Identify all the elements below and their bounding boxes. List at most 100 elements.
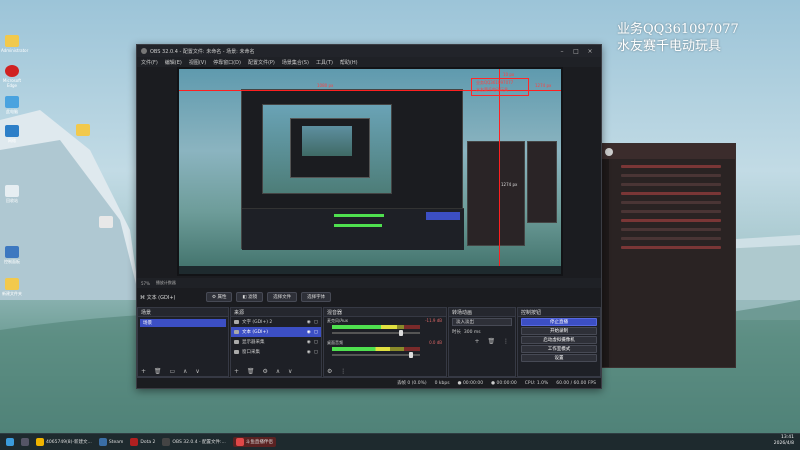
volume-slider[interactable]: [332, 330, 420, 336]
visibility-eye-icon[interactable]: ◉: [307, 330, 311, 335]
badge-text-line2: 水友赛千电动玩具: [476, 87, 508, 92]
taskbar-item-steam[interactable]: Steam: [98, 438, 123, 446]
minimize-button[interactable]: –: [555, 48, 569, 55]
preview-canvas[interactable]: 业务QQ361097077 水友赛千电动玩具 1080 px 10 px 127…: [177, 67, 563, 276]
transitions-toolbar[interactable]: + 🗑 ⋮: [475, 338, 512, 345]
rec-timer: ● 00:00:00: [491, 380, 517, 386]
mixer-channel-mic: 麦克风/Aux -11.9 dB: [324, 317, 446, 339]
taskbar-item-dota[interactable]: Dota 2: [130, 438, 155, 446]
bitrate: 0 kbps: [434, 380, 450, 386]
douyu-icon: [235, 438, 244, 446]
source-context-bar: ⌘ 文本 (GDI+) ⚙ 属性 ◧ 滤镜 选择文件 选择字体: [137, 291, 601, 303]
source-item[interactable]: 显示器采集 ◉ ▢: [231, 337, 321, 347]
visibility-eye-icon[interactable]: ◉: [307, 320, 311, 325]
desktop-icon-edge[interactable]: Microsoft Edge: [1, 65, 23, 88]
mixer-header: 混音器: [324, 308, 446, 317]
select-font-button[interactable]: 选择字体: [301, 292, 332, 302]
transform-guide-vertical: [499, 69, 500, 274]
desktop-icon-folder-2[interactable]: [72, 124, 94, 137]
preview-status-bar: 57% 播放计数器: [137, 278, 601, 288]
channel-db: 0.0 dB: [429, 340, 442, 345]
lock-icon[interactable]: ▢: [314, 320, 318, 325]
search-icon[interactable]: [21, 438, 29, 446]
scenes-toolbar[interactable]: + 🗑 ▭ ∧ ∨: [141, 368, 203, 375]
volume-slider[interactable]: [332, 352, 420, 358]
duration-input[interactable]: 300 ms: [464, 330, 481, 335]
transition-type-select[interactable]: 淡入淡出: [452, 318, 512, 326]
watermark-text: 业务QQ361097077 水友赛千电动玩具: [617, 22, 739, 54]
current-source-label: ⌘ 文本 (GDI+): [140, 294, 176, 301]
background-chat-window[interactable]: [598, 143, 736, 368]
live-timer: ● 00:00:00: [457, 380, 484, 386]
studio-mode-button[interactable]: 工作室模式: [521, 345, 597, 353]
mixer-toolbar[interactable]: ⚙ ⋮: [327, 368, 349, 375]
source-item[interactable]: 窗口采集 ◉ ▢: [231, 347, 321, 357]
cpu-usage: CPU: 1.0%: [524, 380, 549, 386]
controls-header: 控制按钮: [518, 308, 600, 317]
lock-icon[interactable]: ▢: [314, 350, 318, 355]
menu-bar: 文件(F) 编辑(E) 视图(V) 停靠窗口(D) 配置文件(P) 场景集合(S…: [137, 57, 601, 67]
badge-text-line1: 业务QQ361097077: [476, 80, 514, 85]
obs-titlebar[interactable]: OBS 32.0.4 - 配置文件: 未命名 - 场景: 未命名 – □ ×: [137, 45, 601, 57]
maximize-button[interactable]: □: [569, 48, 583, 55]
menu-edit[interactable]: 编辑(E): [165, 59, 182, 66]
menu-view[interactable]: 视图(V): [189, 59, 206, 66]
taskbar-item-obs[interactable]: OBS 32.0.4 - 配置文件:...: [162, 438, 226, 446]
desktop-icon-network[interactable]: 网络: [1, 125, 23, 144]
preview-counter-label: 播放计数器: [155, 280, 176, 285]
dota-icon: [130, 438, 139, 446]
menu-docks[interactable]: 停靠窗口(D): [213, 59, 241, 66]
menu-profile[interactable]: 配置文件(P): [248, 59, 275, 66]
window-title: OBS 32.0.4 - 配置文件: 未命名 - 场景: 未命名: [150, 48, 255, 55]
visibility-eye-icon[interactable]: ◉: [307, 350, 311, 355]
visibility-eye-icon[interactable]: ◉: [307, 340, 311, 345]
channel-db: -11.9 dB: [425, 318, 442, 323]
properties-button[interactable]: ⚙ 属性: [206, 292, 233, 302]
filters-button[interactable]: ◧ 滤镜: [236, 292, 264, 302]
menu-scene-collection[interactable]: 场景集合(S): [282, 59, 309, 66]
desktop-icon-recycle-bin[interactable]: 回收站: [1, 185, 23, 204]
start-recording-button[interactable]: 开始录制: [521, 327, 597, 335]
taskbar-item-folder[interactable]: 4065749(8)-新建文...: [36, 438, 92, 446]
preview-display[interactable]: 业务QQ361097077 水友赛千电动玩具 1080 px 10 px 127…: [179, 69, 561, 274]
volume-meter: [332, 325, 420, 329]
obs-window[interactable]: OBS 32.0.4 - 配置文件: 未命名 - 场景: 未命名 – □ × 文…: [136, 44, 602, 389]
system-clock[interactable]: 13:41 2026/4/8: [774, 435, 794, 447]
taskbar: 4065749(8)-新建文... Steam Dota 2 OBS 32.0.…: [0, 433, 800, 450]
text-source-icon: [234, 320, 239, 324]
folder-icon: [36, 438, 44, 446]
controls-dock: 控制按钮 停止直播 开始录制 启动虚拟摄像机 工作室模式 设置: [517, 307, 601, 377]
monitor-icon: [234, 340, 239, 344]
transitions-dock: 转场动画 淡入淡出 时长 300 ms + 🗑 ⋮: [448, 307, 516, 377]
close-button[interactable]: ×: [583, 48, 597, 55]
preview-zoom[interactable]: 57%: [141, 281, 150, 286]
desktop-icon-folder[interactable]: Administrator: [1, 35, 28, 53]
fps-counter: 60.00 / 60.00 FPS: [556, 380, 596, 386]
desktop-icon-computer[interactable]: 此电脑: [1, 96, 23, 115]
desktop-icon-new-folder[interactable]: 新建文件夹: [1, 278, 23, 297]
taskbar-item-douyu[interactable]: 斗鱼直播伴侣: [232, 437, 276, 447]
desktop-icon-control-panel[interactable]: 控制面板: [1, 246, 23, 265]
stop-streaming-button[interactable]: 停止直播: [521, 318, 597, 326]
channel-name: 麦克风/Aux: [327, 318, 348, 323]
lock-icon[interactable]: ▢: [314, 330, 318, 335]
menu-help[interactable]: 帮助(H): [340, 59, 358, 66]
start-virtual-camera-button[interactable]: 启动虚拟摄像机: [521, 336, 597, 344]
menu-file[interactable]: 文件(F): [141, 59, 158, 66]
start-menu-icon[interactable]: [6, 438, 14, 446]
source-item-selected[interactable]: 文本 (GDI+) ◉ ▢: [231, 327, 321, 337]
sources-header: 来源: [231, 308, 321, 317]
transitions-header: 转场动画: [449, 308, 515, 317]
desktop-icon-file[interactable]: [95, 216, 117, 229]
sources-dock: 来源 文字 (GDI+) 2 ◉ ▢ 文本 (GDI+) ◉ ▢ 显示器采集 ◉ ▢ 窗口采…: [230, 307, 322, 377]
select-file-button[interactable]: 选择文件: [267, 292, 298, 302]
width-measure-label: 1274 px: [535, 83, 552, 88]
source-item[interactable]: 文字 (GDI+) 2 ◉ ▢: [231, 317, 321, 327]
lock-icon[interactable]: ▢: [314, 340, 318, 345]
settings-button[interactable]: 设置: [521, 354, 597, 362]
scene-item[interactable]: 场景: [140, 319, 226, 327]
text-source-icon: [234, 330, 239, 334]
obs-status-bar: 丢帧 0 (0.0%) 0 kbps ● 00:00:00 ● 00:00:00…: [137, 377, 601, 388]
sources-toolbar[interactable]: + 🗑 ⚙ ∧ ∨: [234, 368, 295, 375]
menu-tools[interactable]: 工具(T): [316, 59, 333, 66]
